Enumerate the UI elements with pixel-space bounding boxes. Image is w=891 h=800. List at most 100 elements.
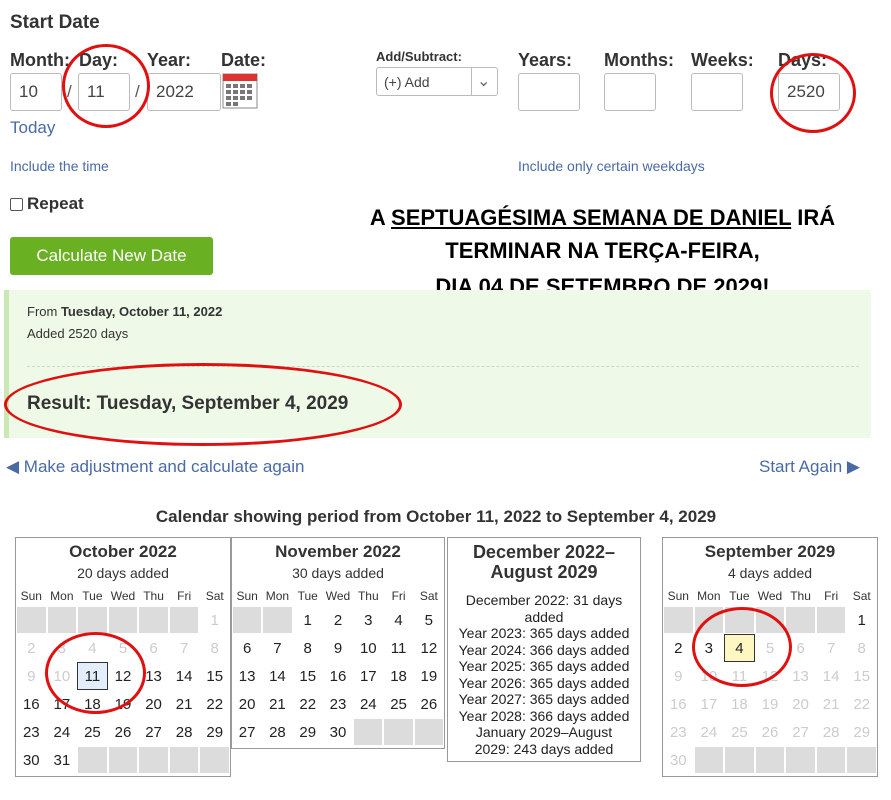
calendar-september-2029: September 2029 4 days added Sun Mon Tue Wed… <box>662 537 878 777</box>
calendar-day: 30 <box>663 746 694 774</box>
calendar-empty-cell <box>16 606 47 634</box>
date-separator: / <box>67 82 72 101</box>
days-input[interactable]: 2520 <box>778 73 840 111</box>
calendar-summary-dec2022-aug2029: December 2022– August 2029 December 2022… <box>447 537 641 762</box>
calendar-day: 18 <box>383 662 414 690</box>
today-link[interactable]: Today <box>10 118 55 138</box>
calendar-grid: Sun Mon Tue Wed Thu Fri Sat 1 2 3 4 5 6 7 8 9 10 11 12 13 14… <box>16 586 230 774</box>
summary-line: Year 2024: 366 days added <box>458 641 630 658</box>
result-from: From Tuesday, October 11, 2022 <box>27 304 222 319</box>
calendar-day: 22 <box>292 690 323 718</box>
summary-line: Year 2023: 365 days added <box>458 625 630 641</box>
summary-list: December 2022: 31 days added Year 2023: … <box>448 592 640 757</box>
calendar-day: 9 <box>322 634 354 662</box>
calendar-day: 30 <box>16 746 47 774</box>
include-time-link[interactable]: Include the time <box>10 158 109 174</box>
calendar-day: 26 <box>413 690 444 718</box>
annotation-line-2: TERMINAR NA TERÇA-FEIRA, <box>445 238 760 263</box>
calendar-day: 4 <box>77 634 108 662</box>
calendar-day: 29 <box>199 718 230 746</box>
months-input[interactable] <box>604 73 656 111</box>
calendar-day: 25 <box>383 690 414 718</box>
calendar-day: 24 <box>46 718 78 746</box>
calendar-title: October 2022 <box>69 542 177 561</box>
calendar-title: November 2022 <box>275 542 401 561</box>
calendar-day: 6 <box>232 634 263 662</box>
calendar-empty-cell <box>77 606 108 634</box>
calendar-day: 27 <box>232 718 263 746</box>
weekday-header: Tue <box>729 589 750 603</box>
calendar-day: 20 <box>138 690 169 718</box>
year-input[interactable]: 2022 <box>147 73 221 111</box>
day-input[interactable]: 11 <box>78 73 130 111</box>
calendar-day: 14 <box>815 662 847 690</box>
calendar-empty-cell <box>77 746 108 774</box>
calculate-button[interactable]: Calculate New Date <box>10 237 213 275</box>
calendar-empty-cell <box>383 718 414 746</box>
repeat-label: Repeat <box>27 194 84 213</box>
repeat-option[interactable]: Repeat <box>10 194 84 214</box>
calendar-day: 14 <box>168 662 200 690</box>
calendar-day: 17 <box>693 690 725 718</box>
calendar-empty-cell <box>46 606 78 634</box>
weeks-input[interactable] <box>691 73 743 111</box>
calendar-day: 19 <box>413 662 444 690</box>
calendar-day: 12 <box>754 662 786 690</box>
weekday-header: Thu <box>143 589 164 603</box>
result-panel: From Tuesday, October 11, 2022 Added 252… <box>4 290 871 438</box>
weekday-header: Sun <box>236 589 258 603</box>
calendar-icon[interactable] <box>222 73 258 109</box>
calendar-day: 26 <box>107 718 139 746</box>
calendar-day: 20 <box>232 690 263 718</box>
calendar-day: 5 <box>107 634 139 662</box>
annotation-prefix: A <box>369 205 392 230</box>
month-input[interactable]: 10 <box>10 73 62 111</box>
calendar-empty-cell <box>754 746 786 774</box>
calendar-day: 7 <box>168 634 200 662</box>
calendar-day: 9 <box>663 662 694 690</box>
make-adjustment-link[interactable]: ◀ Make adjustment and calculate again <box>6 457 304 477</box>
calendar-day: 15 <box>846 662 877 690</box>
calendar-empty-cell <box>724 746 755 774</box>
calendar-day: 19 <box>754 690 786 718</box>
calendar-day: 2 <box>322 606 354 634</box>
calendar-day: 28 <box>262 718 293 746</box>
calendar-day: 12 <box>413 634 444 662</box>
weekdays-link[interactable]: Include only certain weekdays <box>518 158 705 174</box>
repeat-checkbox[interactable] <box>10 197 23 211</box>
calendar-day: 3 <box>353 606 384 634</box>
calendar-day: 23 <box>322 690 354 718</box>
calendar-day: 1 <box>846 606 877 634</box>
annotation-line-1: A SEPTUAGÉSIMA SEMANA DE DANIEL IRÁ <box>330 201 875 234</box>
calendar-day: 3 <box>693 634 725 662</box>
weekday-header: Fri <box>177 589 192 603</box>
calendar-empty-cell <box>232 606 263 634</box>
calendar-october-2022: October 2022 20 days added Sun Mon Tue Wed T… <box>15 537 231 777</box>
calendar-day: 21 <box>815 690 847 718</box>
calendar-empty-cell <box>107 746 139 774</box>
summary-line: Year 2025: 365 days added <box>458 658 630 674</box>
years-input[interactable] <box>518 73 580 111</box>
calendar-day: 29 <box>292 718 323 746</box>
calendar-empty-cell <box>199 746 230 774</box>
summary-line: December 2022: 31 days <box>465 592 623 608</box>
summary-line: added <box>524 608 564 625</box>
calendar-empty-cell <box>785 746 816 774</box>
calendar-title: September 2029 <box>704 542 836 561</box>
weekday-header: Wed <box>325 589 351 603</box>
calendar-day: 16 <box>663 690 694 718</box>
result-added: Added 2520 days <box>27 326 129 341</box>
summary-line: 2029: 243 days added <box>474 740 614 757</box>
calendar-day: 28 <box>168 718 200 746</box>
add-subtract-select[interactable]: (+) Add ⌄ <box>376 67 498 96</box>
calendar-day: 12 <box>107 662 139 690</box>
chevron-down-icon: ⌄ <box>477 73 491 90</box>
start-again-link[interactable]: Start Again ▶ <box>759 457 860 477</box>
summary-title: December 2022– August 2029 <box>448 542 640 582</box>
calendar-day: 4 <box>724 634 755 662</box>
calendar-day: 9 <box>16 662 47 690</box>
weekday-header: Sat <box>205 589 224 603</box>
weekday-header: Wed <box>110 589 136 603</box>
calendar-empty-cell <box>693 746 725 774</box>
calendar-empty-cell <box>353 718 384 746</box>
